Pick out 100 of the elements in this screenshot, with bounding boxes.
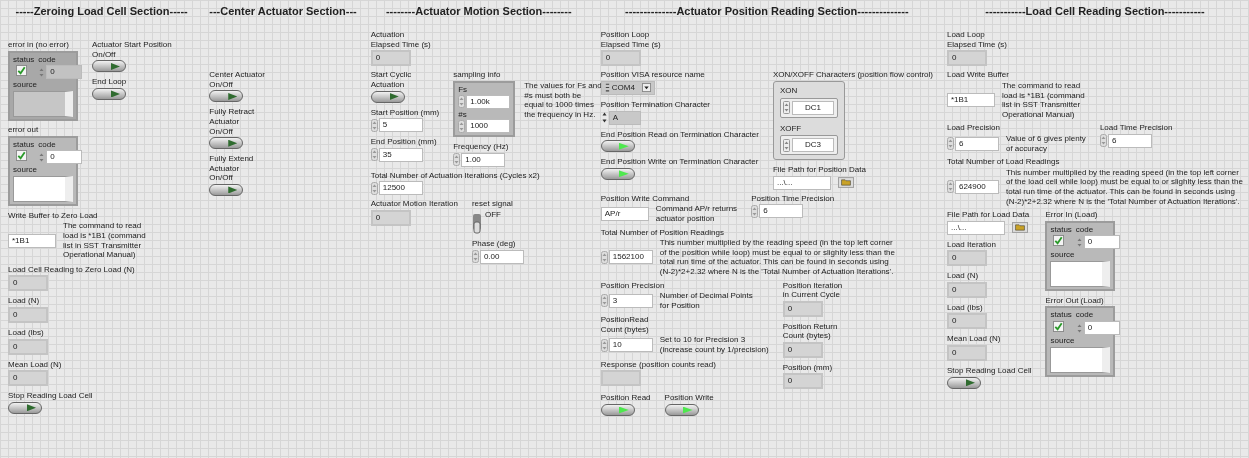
control-label: Mean Load (N) (946, 334, 1001, 345)
indicator-display: 0 (946, 313, 987, 330)
control-label: Position Return Count (bytes) (782, 321, 838, 341)
numeric-field[interactable]: 1000 (466, 119, 511, 134)
ring-field[interactable]: DC1 (791, 100, 834, 115)
led-button[interactable] (8, 401, 42, 414)
numeric-field[interactable]: 3 (608, 293, 653, 308)
control-label: Load (lbs) (946, 302, 983, 313)
indicator-display: 0 (946, 50, 987, 67)
status-label: status (13, 54, 35, 65)
path-field[interactable]: ...\... (772, 175, 831, 190)
control-label: Center Actuator On/Off (209, 70, 265, 90)
control-label: Error In (Load) (1045, 210, 1098, 220)
code-label: code (1075, 224, 1095, 235)
numeric-field[interactable]: 6 (1107, 133, 1152, 148)
code-field[interactable]: 0 (1083, 321, 1120, 336)
control-label: File Path for Load Data (946, 210, 1030, 220)
led-button[interactable] (664, 404, 699, 417)
note-text: Value of 6 gives plenty of accuracy (1005, 133, 1086, 154)
control-label: Position Loop Elapsed Time (s) (600, 30, 661, 50)
numeric-field[interactable]: 12500 (378, 181, 423, 196)
numeric-field[interactable]: 5 (378, 118, 423, 133)
led-button[interactable] (600, 140, 635, 153)
control-label: Error Out (Load) (1045, 295, 1104, 306)
led-button[interactable] (946, 376, 981, 389)
numeric-field[interactable]: 35 (378, 147, 423, 162)
source-field[interactable] (1050, 260, 1111, 287)
led-button[interactable] (92, 87, 126, 100)
control-label: Actuator Motion Iteration (370, 199, 458, 209)
note-text: The command to read load is *1B1 (command list in SST Transmitter Operational Manual) (1001, 80, 1085, 120)
switch-state: OFF (484, 209, 501, 220)
led-button[interactable] (92, 60, 126, 73)
control-label: Start Cyclic Actuation (370, 70, 412, 90)
led-button[interactable] (370, 90, 405, 103)
led-button[interactable] (600, 404, 635, 417)
source-label: source (13, 80, 38, 90)
numeric-field[interactable]: 10 (608, 338, 653, 353)
numeric-field[interactable]: 1.00 (461, 152, 506, 167)
led-button[interactable] (600, 167, 635, 180)
text-field[interactable]: *1B1 (8, 233, 56, 248)
section-heading: -----------Load Cell Reading Section----------- (984, 5, 1206, 19)
control-label: End Loop (92, 77, 127, 87)
note-text: This number multiplied by the reading speed (in the top left corner of the position while loop) must be equal to or slighlty less than the total run time of the actuator. This can be found in seconds using (N-2)*2+2.32 where N is the 'Total Number of Actuation Iterations'. (659, 238, 895, 277)
control-label: PositionRead Count (bytes) (600, 315, 649, 335)
control-label: Position VISA resource name (600, 70, 705, 80)
control-label: Frequency (Hz) (453, 142, 509, 152)
control-label: End Position Read on Termination Character (600, 129, 759, 140)
folder-icon[interactable] (1011, 222, 1028, 234)
control-label: Start Position (mm) (370, 107, 440, 118)
numeric-field[interactable]: 1.00k (466, 94, 511, 109)
ring-field[interactable]: DC3 (791, 138, 834, 153)
field-label: XOFF (779, 123, 803, 134)
control-label: Fully Retract Actuator On/Off (209, 107, 255, 137)
field-label: #s (458, 109, 467, 119)
led-button[interactable] (209, 137, 244, 150)
field-label: XON (779, 85, 799, 96)
indicator-display: 0 (8, 275, 48, 292)
checkbox[interactable] (1053, 235, 1065, 247)
control-label: Position Write (664, 393, 714, 404)
numeric-field[interactable]: 6 (759, 204, 804, 219)
code-field[interactable]: 0 (46, 150, 83, 165)
control-label: Position Precision (600, 280, 665, 291)
control-label: XON/XOFF Characters (position flow control) (772, 70, 933, 80)
numeric-field[interactable]: 624900 (954, 179, 999, 194)
indicator-display: 0 (600, 50, 641, 67)
led-button[interactable] (209, 90, 244, 103)
numeric-field[interactable]: 1562100 (608, 250, 653, 265)
numeric-field[interactable]: 0.00 (479, 249, 524, 264)
code-field[interactable]: 0 (1083, 235, 1120, 250)
source-field[interactable] (13, 175, 73, 202)
led-button[interactable] (209, 183, 244, 196)
path-field[interactable]: ...\... (946, 220, 1005, 235)
code-label: code (38, 54, 57, 65)
indicator-display: 0 (946, 345, 987, 362)
control-label: Position (mm) (782, 362, 833, 373)
control-label: error in (no error) (8, 40, 69, 50)
text-field[interactable]: AP/r (600, 206, 649, 221)
control-label: Mean Load (N) (8, 359, 62, 370)
note-text: Set to 10 for Precision 3 (increase count by 1/precision) (659, 335, 769, 355)
section-heading: --------Actuator Motion Section-------- (384, 5, 573, 19)
status-label: status (1050, 310, 1072, 321)
note-text: Command AP/r returns actuator position (655, 204, 738, 224)
visa-icon (604, 83, 610, 93)
folder-icon[interactable] (837, 177, 854, 189)
resource-dropdown[interactable]: COM4 (600, 80, 655, 95)
control-label: Fully Extend Actuator On/Off (209, 154, 254, 183)
control-label: Load (N) (946, 271, 979, 281)
source-field[interactable] (1050, 346, 1111, 373)
indicator-display (600, 370, 641, 387)
control-label: Stop Reading Load Cell (946, 366, 1032, 376)
char-field[interactable]: A (608, 110, 641, 125)
control-label: Load Loop Elapsed Time (s) (946, 30, 1007, 50)
checkbox[interactable] (1053, 321, 1065, 333)
numeric-field[interactable]: 6 (954, 136, 999, 151)
checkbox[interactable] (16, 150, 27, 162)
control-label: Response (position counts read) (600, 359, 716, 370)
text-field[interactable]: *1B1 (946, 93, 995, 108)
indicator-display: 0 (8, 306, 48, 323)
note-text: The values for Fs and #s must both be equal to 1000 times the frequency in Hz. (524, 80, 602, 120)
control-label: Load Iteration (946, 239, 996, 250)
